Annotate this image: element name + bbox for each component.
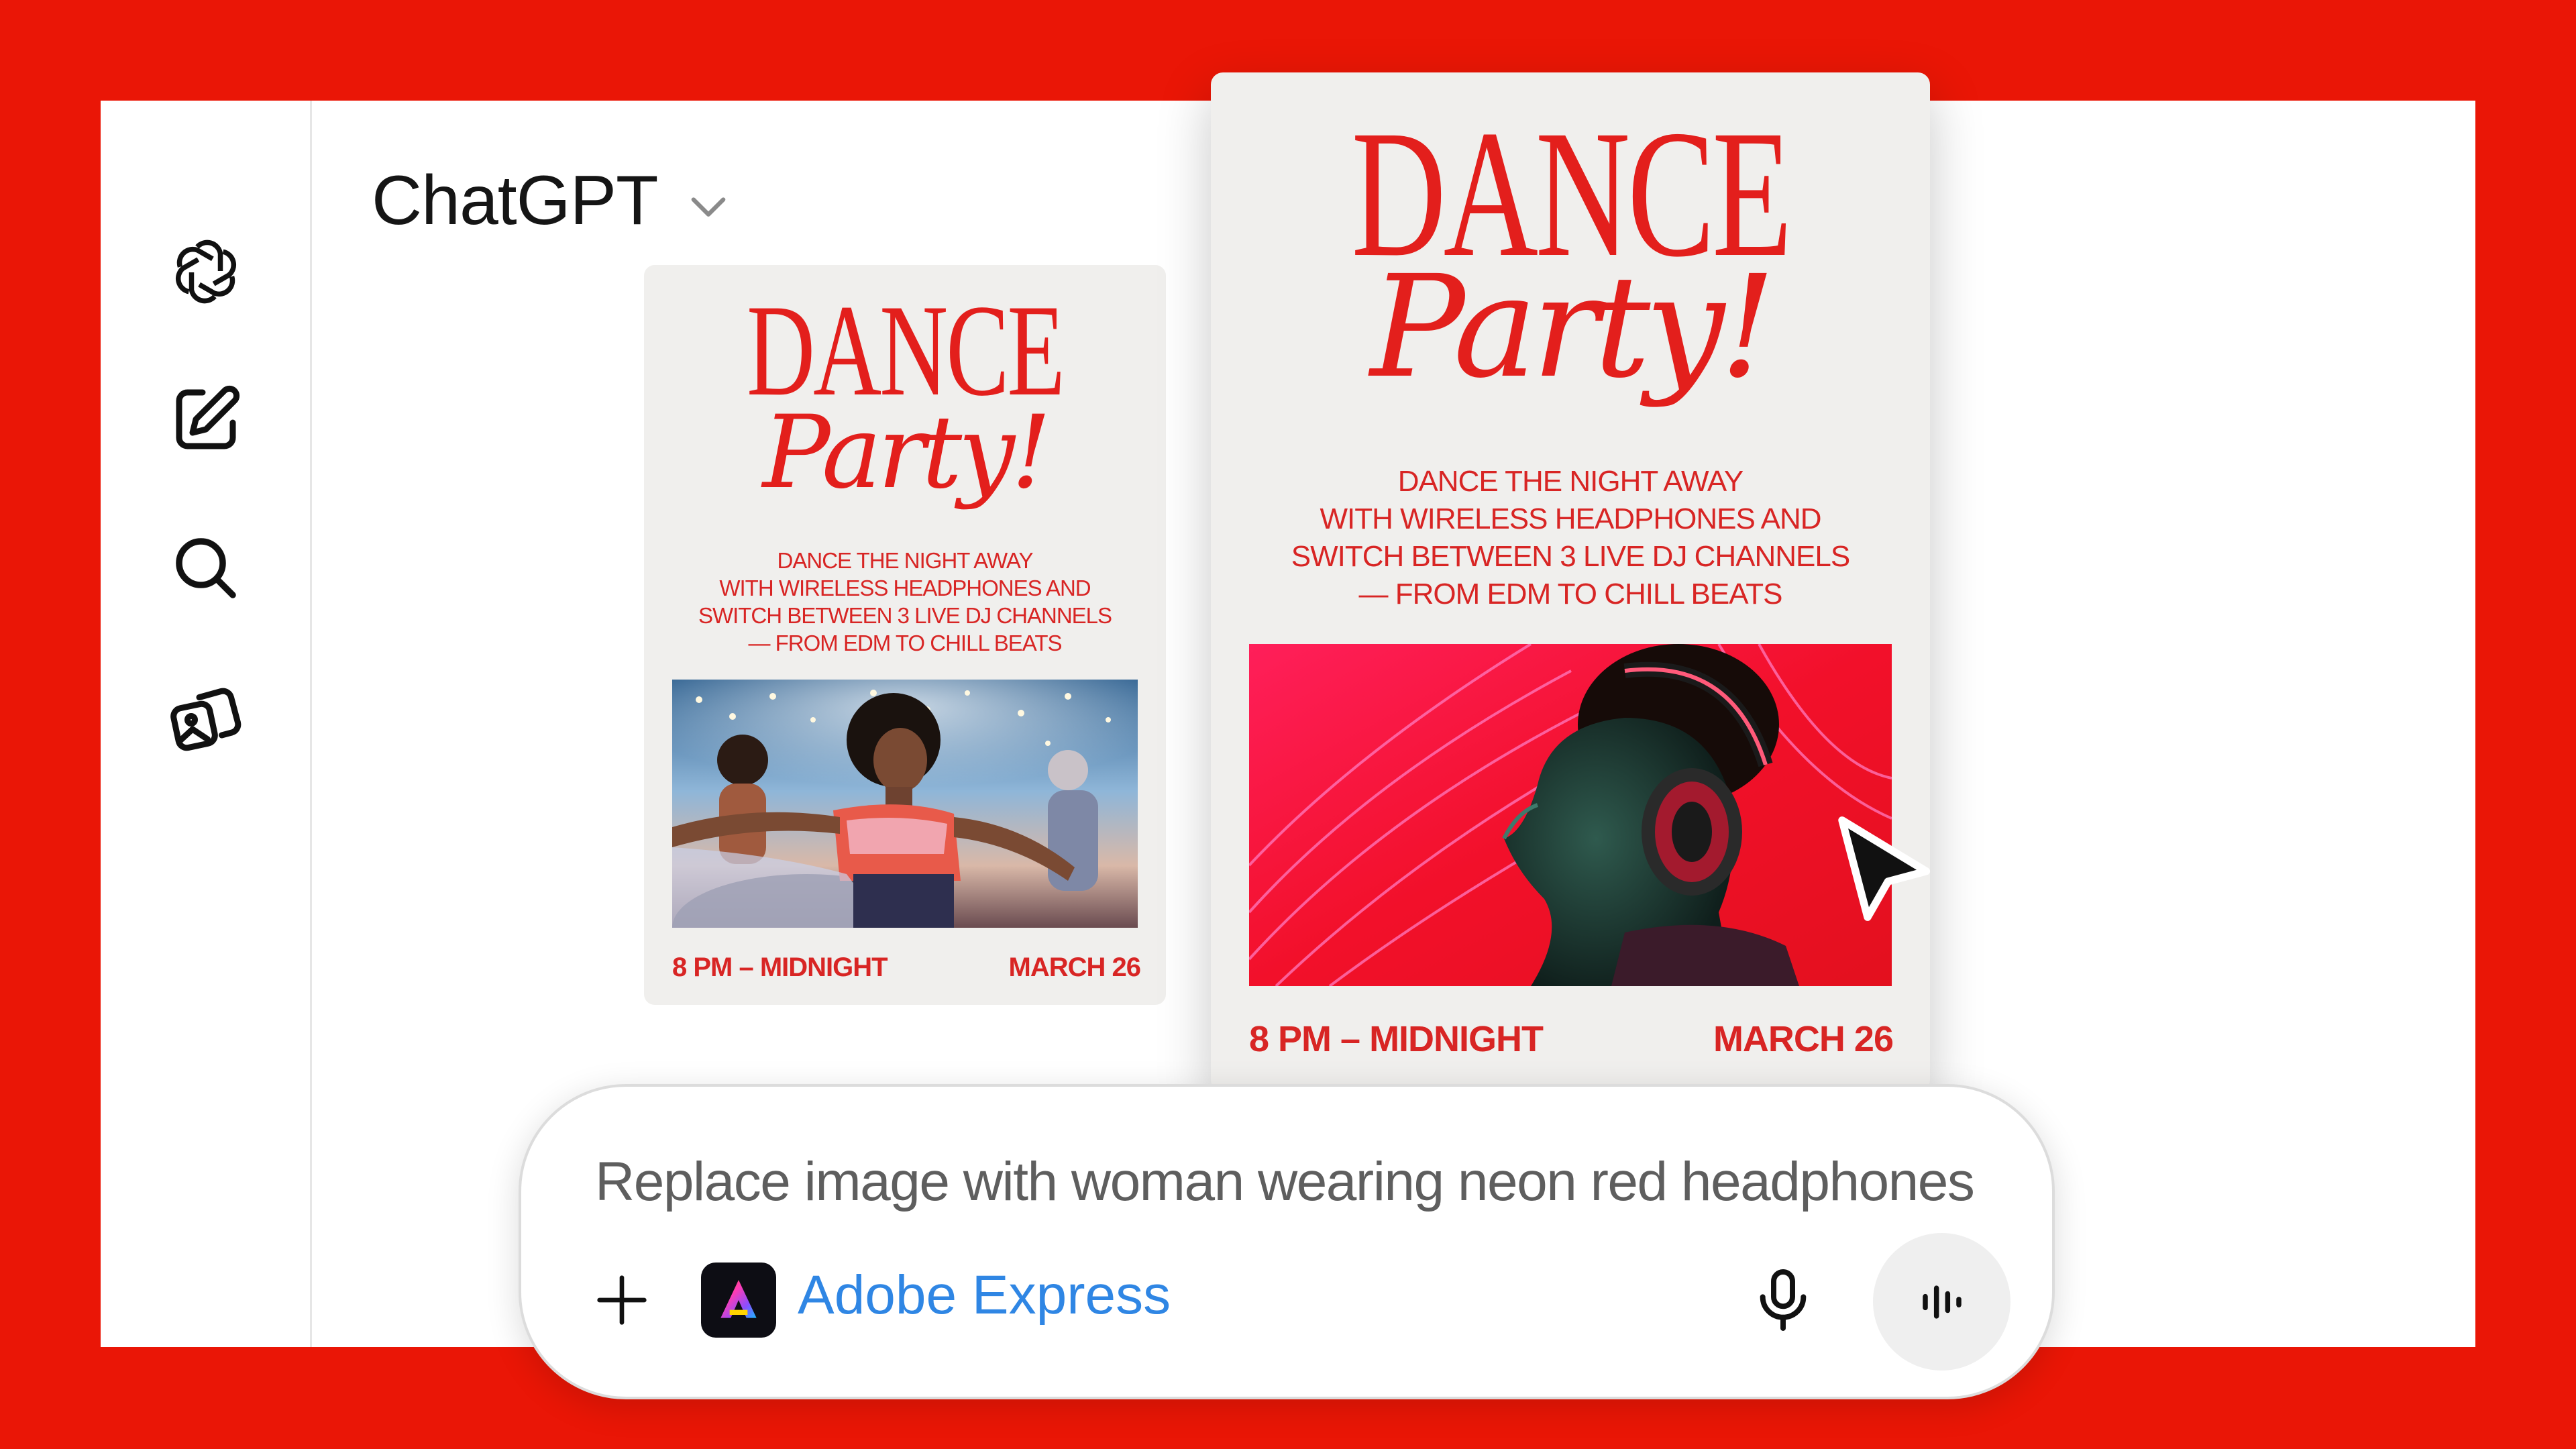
neon-headphones-photo [1249, 644, 1892, 986]
poster-time: 8 PM – MIDNIGHT [672, 953, 888, 982]
poster-description: DANCE THE NIGHT AWAY WITH WIRELESS HEADP… [1211, 463, 1930, 613]
mouse-cursor-icon [1838, 816, 1931, 921]
openai-logo-icon[interactable] [162, 228, 250, 315]
poster-line: DANCE THE NIGHT AWAY [777, 548, 1034, 573]
poster-line: SWITCH BETWEEN 3 LIVE DJ CHANNELS [698, 603, 1112, 628]
voice-mode-icon [1922, 1285, 1962, 1319]
poster-line: WITH WIRELESS HEADPHONES AND [719, 576, 1091, 600]
poster-script-title: Party! [762, 394, 1052, 511]
prompt-composer[interactable]: Replace image with woman wearing neon re… [519, 1084, 2055, 1399]
chevron-down-icon [692, 197, 726, 217]
plus-icon[interactable] [588, 1267, 655, 1334]
voice-mode-button[interactable] [1873, 1233, 2010, 1371]
poster-line: — FROM EDM TO CHILL BEATS [1358, 578, 1782, 610]
search-icon[interactable] [162, 525, 250, 612]
app-title: ChatGPT [372, 162, 658, 239]
poster-time: 8 PM – MIDNIGHT [1249, 1019, 1544, 1059]
poster-date: MARCH 26 [1008, 953, 1141, 982]
model-selector[interactable]: ChatGPT [372, 161, 734, 241]
poster-line: — FROM EDM TO CHILL BEATS [748, 631, 1062, 655]
images-icon[interactable] [162, 676, 250, 763]
poster-card-original[interactable]: DANCE Party! DANCE THE NIGHT AWAY WITH W… [644, 265, 1166, 1005]
microphone-icon[interactable] [1746, 1263, 1821, 1338]
new-chat-icon[interactable] [162, 376, 250, 463]
poster-card-edited[interactable]: DANCE Party! DANCE THE NIGHT AWAY WITH W… [1211, 72, 1930, 1092]
connected-app-name[interactable]: Adobe Express [798, 1264, 1171, 1327]
poster-description: DANCE THE NIGHT AWAY WITH WIRELESS HEADP… [644, 547, 1166, 657]
poster-date: MARCH 26 [1713, 1019, 1894, 1059]
sidebar [101, 101, 312, 1347]
poster-line: DANCE THE NIGHT AWAY [1397, 465, 1744, 498]
poster-script-title: Party! [1370, 245, 1776, 409]
adobe-express-icon[interactable] [701, 1263, 776, 1338]
poster-line: SWITCH BETWEEN 3 LIVE DJ CHANNELS [1291, 540, 1850, 573]
dancers-photo [672, 680, 1138, 928]
prompt-input[interactable]: Replace image with woman wearing neon re… [595, 1150, 1975, 1214]
poster-line: WITH WIRELESS HEADPHONES AND [1320, 502, 1821, 535]
